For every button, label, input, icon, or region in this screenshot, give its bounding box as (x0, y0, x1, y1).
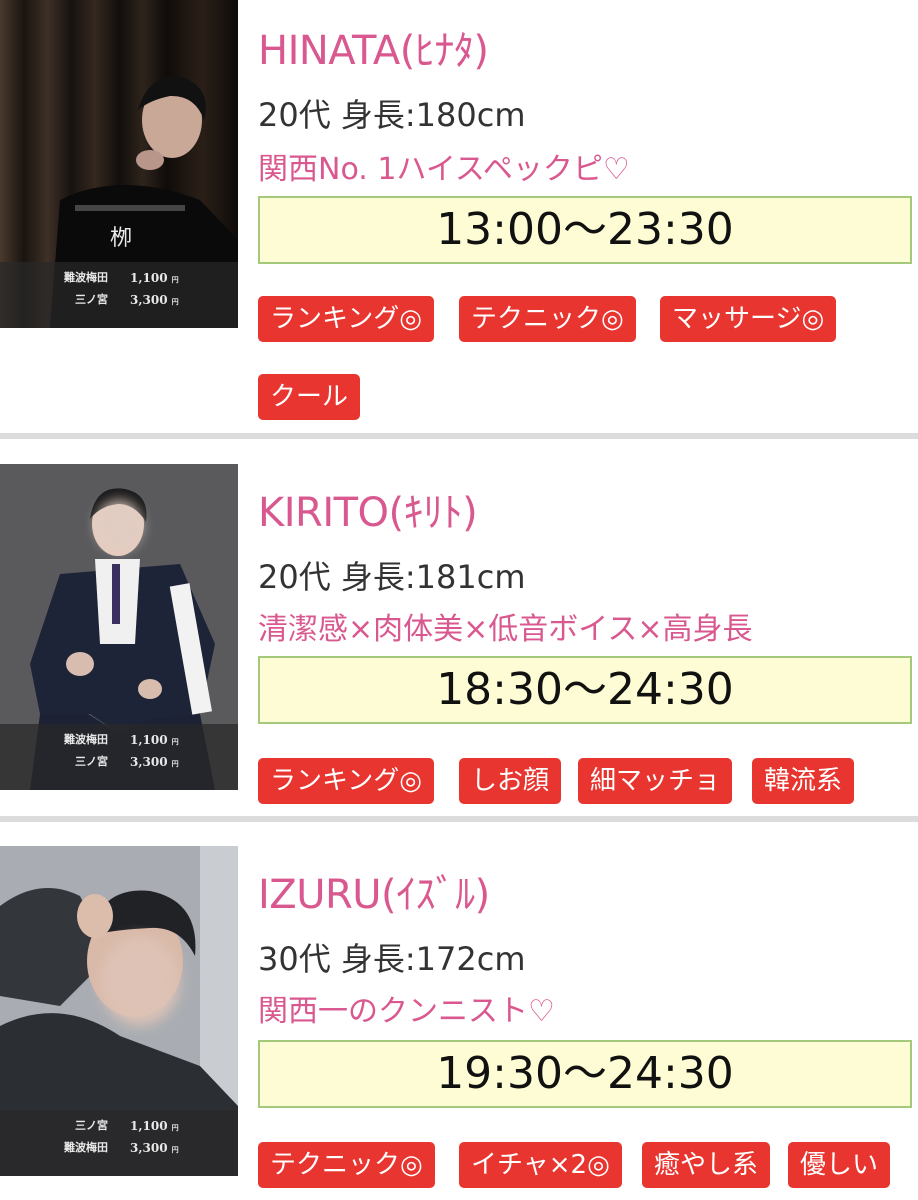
price-amount: 1,100 円 (130, 271, 179, 285)
schedule-box: 19:30〜24:30 (258, 1040, 912, 1108)
cast-card-hinata[interactable]: 栁 難波梅田 1,100 円 三ノ宮 3,300 円 HINATA(ﾋﾅﾀ) 20代… (0, 0, 918, 432)
schedule-box: 13:00〜23:30 (258, 196, 912, 264)
svg-text:栁: 栁 (110, 226, 132, 251)
tag[interactable]: 韓流系 (752, 758, 855, 804)
cast-name[interactable]: IZURU(ｲｽﾞﾙ) (258, 862, 490, 920)
price-location: 三ノ宮 (75, 293, 108, 306)
price-box: 三ノ宮 1,100 円 難波梅田 3,300 円 (0, 1110, 238, 1176)
tag[interactable]: しお顔 (459, 758, 562, 804)
cast-catchphrase: 清潔感×肉体美×低音ボイス×高身長 (258, 612, 753, 647)
cast-card-kirito[interactable]: 難波梅田 1,100 円 三ノ宮 3,300 円 KIRITO(ｷﾘﾄ) 20代 身… (0, 460, 918, 820)
tag[interactable]: 優しい (788, 1142, 891, 1188)
card-divider (0, 433, 918, 439)
card-divider (0, 816, 918, 822)
cast-photo[interactable]: 三ノ宮 1,100 円 難波梅田 3,300 円 (0, 846, 238, 1176)
tag[interactable]: ランキング◎ (258, 296, 434, 342)
price-row: 三ノ宮 3,300 円 (0, 752, 238, 772)
cast-catchphrase: 関西No. 1ハイスペックピ♡ (258, 152, 630, 187)
cast-photo[interactable]: 栁 難波梅田 1,100 円 三ノ宮 3,300 円 (0, 0, 238, 328)
price-row: 三ノ宮 3,300 円 (0, 290, 238, 310)
cast-name[interactable]: KIRITO(ｷﾘﾄ) (258, 480, 478, 538)
price-location: 難波梅田 (64, 733, 108, 746)
cast-name[interactable]: HINATA(ﾋﾅﾀ) (258, 18, 489, 76)
price-amount: 3,300 円 (130, 293, 179, 307)
price-location: 三ノ宮 (75, 755, 108, 768)
price-amount: 1,100 円 (130, 1119, 179, 1133)
price-row: 難波梅田 1,100 円 (0, 730, 238, 750)
tag[interactable]: 細マッチョ (578, 758, 733, 804)
price-box: 難波梅田 1,100 円 三ノ宮 3,300 円 (0, 724, 238, 790)
blurred-face (100, 936, 180, 1026)
price-box: 難波梅田 1,100 円 三ノ宮 3,300 円 (0, 262, 238, 328)
price-row: 難波梅田 1,100 円 (0, 268, 238, 288)
blurred-face (96, 500, 142, 550)
price-location: 三ノ宮 (75, 1119, 108, 1132)
price-amount: 3,300 円 (130, 1141, 179, 1155)
schedule-box: 18:30〜24:30 (258, 656, 912, 724)
price-amount: 1,100 円 (130, 733, 179, 747)
price-row: 難波梅田 3,300 円 (0, 1138, 238, 1158)
price-row: 三ノ宮 1,100 円 (0, 1116, 238, 1136)
tag[interactable]: イチャ×2◎ (459, 1142, 622, 1188)
tag[interactable]: マッサージ◎ (660, 296, 837, 342)
cast-card-izuru[interactable]: 三ノ宮 1,100 円 難波梅田 3,300 円 IZURU(ｲｽﾞﾙ) 30代 身… (0, 842, 918, 1200)
tag[interactable]: クール (258, 374, 361, 420)
tag[interactable]: テクニック◎ (459, 296, 636, 342)
tag[interactable]: ランキング◎ (258, 758, 434, 804)
price-location: 難波梅田 (64, 1141, 108, 1154)
cast-catchphrase: 関西一のクンニスト♡ (258, 994, 555, 1029)
price-amount: 3,300 円 (130, 755, 179, 769)
price-location: 難波梅田 (64, 271, 108, 284)
tag[interactable]: 癒やし系 (642, 1142, 771, 1188)
tag[interactable]: テクニック◎ (258, 1142, 435, 1188)
cast-stats: 30代 身長:172cm (258, 940, 526, 978)
cast-stats: 20代 身長:181cm (258, 558, 526, 596)
cast-stats: 20代 身長:180cm (258, 96, 526, 134)
cast-photo[interactable]: 難波梅田 1,100 円 三ノ宮 3,300 円 (0, 464, 238, 790)
